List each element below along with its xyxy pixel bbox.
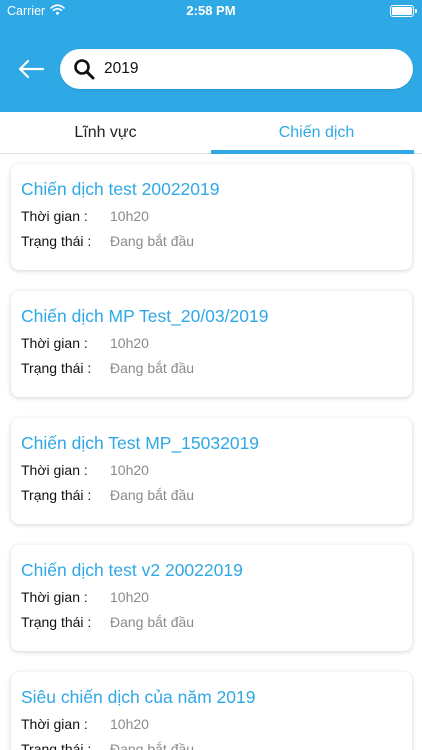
status-label: Trạng thái : — [21, 360, 92, 376]
result-card[interactable]: Chiến dịch test 20022019 Thời gian : 10h… — [11, 164, 412, 270]
status-label: Trạng thái : — [21, 614, 92, 630]
status-value: Đang bắt đầu — [110, 614, 195, 630]
result-card[interactable]: Chiến dịch Test MP_15032019 Thời gian : … — [11, 418, 412, 524]
results-list[interactable]: Chiến dịch test 20022019 Thời gian : 10h… — [0, 155, 422, 750]
time-label: Thời gian : — [21, 716, 88, 732]
status-value: Đang bắt đầu — [110, 487, 195, 503]
search-box[interactable] — [60, 49, 413, 89]
status-row: Trạng thái : Đang bắt đầu — [21, 486, 402, 504]
tab-bar: Lĩnh vực Chiến dịch — [0, 112, 422, 154]
result-card[interactable]: Siêu chiến dịch của năm 2019 Thời gian :… — [11, 672, 412, 750]
time-value: 10h20 — [110, 335, 149, 351]
time-row: Thời gian : 10h20 — [21, 715, 402, 733]
time-row: Thời gian : 10h20 — [21, 207, 402, 225]
time-label: Thời gian : — [21, 589, 88, 605]
status-label: Trạng thái : — [21, 741, 92, 750]
status-row: Trạng thái : Đang bắt đầu — [21, 740, 402, 750]
status-row: Trạng thái : Đang bắt đầu — [21, 232, 402, 250]
status-time: 2:58 PM — [186, 3, 236, 18]
status-row: Trạng thái : Đang bắt đầu — [21, 613, 402, 631]
time-value: 10h20 — [110, 208, 149, 224]
status-label: Trạng thái : — [21, 233, 92, 249]
time-label: Thời gian : — [21, 335, 88, 351]
time-row: Thời gian : 10h20 — [21, 588, 402, 606]
back-button[interactable] — [14, 52, 48, 86]
time-label: Thời gian : — [21, 462, 88, 478]
status-value: Đang bắt đầu — [110, 360, 195, 376]
time-value: 10h20 — [110, 716, 149, 732]
arrow-left-icon — [18, 59, 45, 79]
card-title: Siêu chiến dịch của năm 2019 — [21, 687, 256, 707]
status-row: Trạng thái : Đang bắt đầu — [21, 359, 402, 377]
result-card[interactable]: Chiến dịch test v2 20022019 Thời gian : … — [11, 545, 412, 651]
result-card[interactable]: Chiến dịch MP Test_20/03/2019 Thời gian … — [11, 291, 412, 397]
card-title: Chiến dịch test v2 20022019 — [21, 560, 243, 580]
search-input[interactable] — [104, 60, 384, 78]
status-value: Đang bắt đầu — [110, 233, 195, 249]
card-title: Chiến dịch Test MP_15032019 — [21, 433, 260, 453]
time-value: 10h20 — [110, 589, 149, 605]
navbar — [0, 22, 422, 112]
time-row: Thời gian : 10h20 — [21, 334, 402, 352]
tab-linh-vuc[interactable]: Lĩnh vực — [0, 112, 211, 153]
time-row: Thời gian : 10h20 — [21, 461, 402, 479]
status-bar: Carrier 2:58 PM — [0, 0, 422, 22]
tab-chien-dich[interactable]: Chiến dịch — [211, 112, 422, 154]
search-icon — [72, 57, 96, 81]
card-title: Chiến dịch MP Test_20/03/2019 — [21, 306, 269, 326]
status-label: Trạng thái : — [21, 487, 92, 503]
time-value: 10h20 — [110, 462, 149, 478]
time-label: Thời gian : — [21, 208, 88, 224]
battery-icon — [390, 5, 417, 17]
card-title: Chiến dịch test 20022019 — [21, 179, 220, 199]
status-value: Đang bắt đầu — [110, 741, 195, 750]
